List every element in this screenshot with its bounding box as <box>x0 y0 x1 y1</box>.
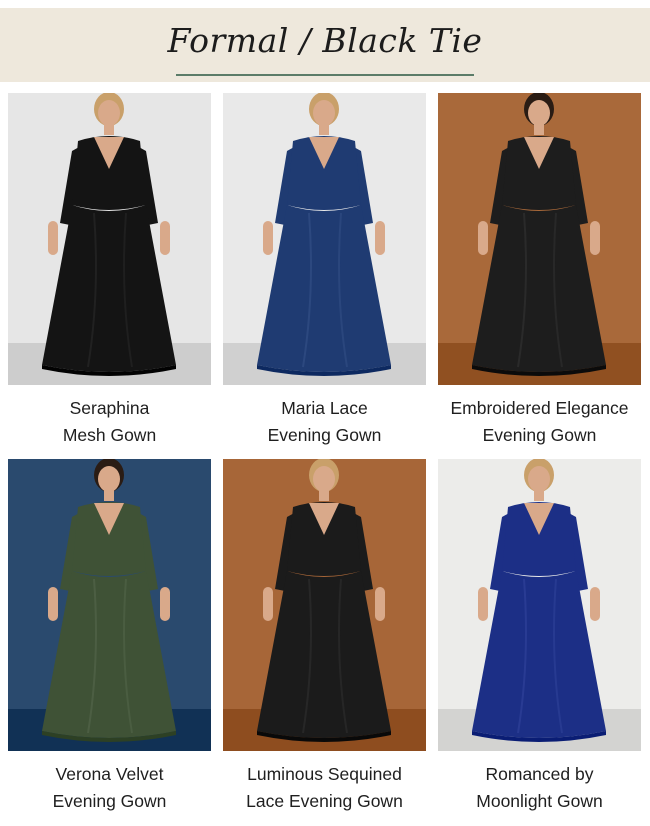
title-underline <box>176 74 474 76</box>
product-name-line2: Evening Gown <box>267 425 382 445</box>
gown-photo-illustration <box>438 459 641 751</box>
product-name-line1: Verona Velvet <box>55 764 164 784</box>
product-photo[interactable] <box>223 459 426 751</box>
product-name[interactable]: Romanced by Moonlight Gown <box>432 761 647 815</box>
section-header: Formal / Black Tie <box>0 8 650 82</box>
product-name-line2: Lace Evening Gown <box>246 791 403 811</box>
product-name[interactable]: Luminous Sequined Lace Evening Gown <box>217 761 432 815</box>
product-name-line2: Mesh Gown <box>62 425 157 445</box>
product-name[interactable]: Verona Velvet Evening Gown <box>2 761 217 815</box>
product-photo[interactable] <box>8 93 211 385</box>
product-name-line1: Romanced by <box>485 764 594 784</box>
product-name-line2: Moonlight Gown <box>476 791 603 811</box>
product-name[interactable]: Maria Lace Evening Gown <box>217 395 432 449</box>
product-name[interactable]: Seraphina Mesh Gown <box>2 395 217 449</box>
product-photo[interactable] <box>438 459 641 751</box>
product-photo[interactable] <box>438 93 641 385</box>
product-photo[interactable] <box>223 93 426 385</box>
product-name-line1: Seraphina <box>69 398 150 418</box>
product-photo[interactable] <box>8 459 211 751</box>
gown-photo-illustration <box>223 459 426 751</box>
product-name[interactable]: Embroidered Elegance Evening Gown <box>432 395 647 449</box>
gown-photo-illustration <box>438 93 641 385</box>
gown-photo-illustration <box>8 93 211 385</box>
product-name-line2: Evening Gown <box>52 791 167 811</box>
section-title: Formal / Black Tie <box>167 21 483 60</box>
gown-photo-illustration <box>8 459 211 751</box>
product-name-line1: Embroidered Elegance <box>450 398 629 418</box>
product-name-line1: Luminous Sequined <box>247 764 402 784</box>
product-name-line1: Maria Lace <box>281 398 368 418</box>
gown-photo-illustration <box>223 93 426 385</box>
product-name-line2: Evening Gown <box>482 425 597 445</box>
